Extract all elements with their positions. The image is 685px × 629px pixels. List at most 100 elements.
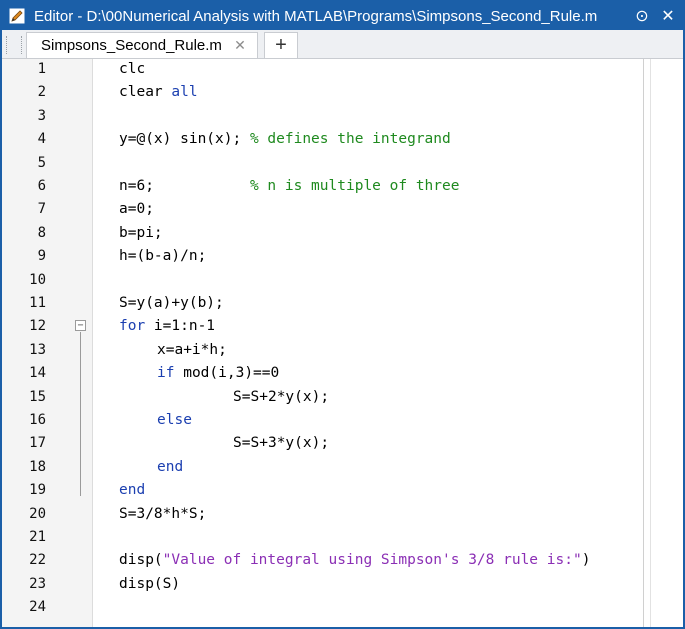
line-number: 10 (29, 271, 46, 288)
code-text: y=@(x) sin(x); % defines the integrand (119, 128, 451, 151)
code-line[interactable]: 17 S=S+3*y(x); (2, 432, 683, 455)
code-line[interactable]: 4 y=@(x) sin(x); % defines the integrand (2, 128, 683, 151)
keyword-token: for (119, 318, 146, 335)
code-text: S=3/8*h*S; (119, 503, 206, 526)
code-line[interactable]: 18 end (2, 456, 683, 479)
code-text: clear all (119, 81, 198, 104)
code-token: S=3/8*h*S; (119, 505, 207, 522)
code-text: disp("Value of integral using Simpson's … (119, 549, 590, 572)
code-line[interactable]: 23 disp(S) (2, 573, 683, 596)
code-line[interactable]: 5 (2, 152, 683, 175)
window-title: Editor - D:\00Numerical Analysis with MA… (34, 7, 598, 25)
line-number: 4 (37, 131, 46, 148)
code-line[interactable]: 14 if mod(i,3)==0 (2, 362, 683, 385)
code-text: x=a+i*h; (157, 339, 227, 362)
code-text: a=0; (119, 198, 154, 221)
code-editor[interactable]: 1 clc 2 clear all 3 4 y=@(x) sin(x); % defines… (2, 59, 683, 627)
line-number: 2 (37, 84, 46, 101)
line-number: 12 (29, 318, 46, 335)
code-token: mod(i,3)==0 (174, 365, 280, 382)
code-line[interactable]: 16 else (2, 409, 683, 432)
code-line[interactable]: 21 (2, 526, 683, 549)
code-token: y=@(x) sin(x); (119, 131, 250, 148)
keyword-token: end (157, 458, 184, 475)
code-text: b=pi; (119, 222, 163, 245)
line-number: 9 (37, 248, 46, 265)
code-text: if mod(i,3)==0 (157, 362, 279, 385)
code-text: S=S+3*y(x); (233, 432, 329, 455)
code-text: disp(S) (119, 573, 180, 596)
code-line[interactable]: 13 x=a+i*h; (2, 339, 683, 362)
editor-window: Editor - D:\00Numerical Analysis with MA… (0, 0, 685, 629)
line-number: 16 (29, 412, 46, 428)
line-number: 20 (29, 505, 46, 522)
code-text: clc (119, 58, 145, 81)
edit-pencil-icon (8, 7, 26, 25)
line-number: 24 (29, 599, 46, 616)
code-text: else (157, 409, 192, 432)
tab-grip-handle[interactable] (6, 36, 22, 54)
code-line[interactable]: 22 disp("Value of integral using Simpson'… (2, 549, 683, 572)
code-token: clc (119, 61, 146, 77)
line-number: 8 (37, 224, 46, 241)
window-menu-button[interactable]: ⊙ (631, 5, 653, 27)
string-token: "Value of integral using Simpson's 3/8 r… (162, 552, 582, 569)
code-line[interactable]: 1 clc (2, 58, 683, 81)
code-token: disp(S) (119, 575, 181, 592)
fold-range-line (80, 332, 81, 497)
line-number: 7 (37, 201, 46, 218)
code-token: ) (581, 552, 591, 569)
code-text: h=(b-a)/n; (119, 245, 206, 268)
code-token: S=y(a)+y(b); (119, 295, 224, 311)
code-line[interactable]: 12 − for i=1:n-1 (2, 315, 683, 338)
code-line[interactable]: 24 (2, 596, 683, 619)
code-token: disp( (119, 552, 163, 569)
comment-token: % defines the integrand (249, 131, 451, 148)
keyword-token: all (171, 84, 198, 101)
code-token: S=S+3*y(x); (233, 435, 330, 452)
line-number: 14 (29, 365, 46, 382)
code-line[interactable]: 11 S=y(a)+y(b); (2, 292, 683, 315)
code-line[interactable]: 19 end (2, 479, 683, 502)
close-icon: ✕ (661, 8, 675, 25)
keyword-token: if (157, 365, 175, 382)
line-number: 13 (29, 341, 46, 358)
code-token: S=S+2*y(x); (233, 388, 330, 405)
line-number: 21 (29, 529, 46, 545)
tab-simpsons-second-rule[interactable]: Simpsons_Second_Rule.m ✕ (26, 32, 258, 58)
line-number: 23 (29, 575, 46, 592)
code-text: S=S+2*y(x); (233, 386, 329, 409)
line-number: 18 (29, 458, 46, 475)
fold-toggle-icon[interactable]: − (75, 320, 86, 332)
code-line[interactable]: 7 a=0; (2, 198, 683, 221)
code-line[interactable]: 3 (2, 105, 683, 128)
code-token: a=0; (119, 201, 154, 218)
code-line[interactable]: 10 (2, 269, 683, 292)
code-line[interactable]: 9 h=(b-a)/n; (2, 245, 683, 268)
code-text: for i=1:n-1 (119, 315, 215, 338)
code-token: x=a+i*h; (157, 341, 227, 358)
code-line[interactable]: 2 clear all (2, 81, 683, 104)
code-line[interactable]: 20 S=3/8*h*S; (2, 503, 683, 526)
code-text: n=6; % n is multiple of three (119, 175, 459, 198)
keyword-token: else (157, 412, 192, 428)
code-token: i=1:n-1 (145, 318, 216, 335)
window-menu-icon: ⊙ (635, 8, 649, 25)
line-number: 6 (37, 178, 46, 194)
tab-strip: Simpsons_Second_Rule.m ✕ + (2, 30, 683, 59)
code-token: b=pi; (119, 224, 163, 241)
tab-close-icon[interactable]: ✕ (231, 37, 249, 54)
code-text: end (119, 479, 145, 502)
code-token: clear (119, 84, 172, 101)
code-token: h=(b-a)/n; (119, 248, 207, 265)
window-close-button[interactable]: ✕ (657, 5, 679, 27)
line-number: 3 (37, 107, 46, 124)
code-line[interactable]: 6 n=6; % n is multiple of three (2, 175, 683, 198)
code-line[interactable]: 8 b=pi; (2, 222, 683, 245)
code-line[interactable]: 15 S=S+2*y(x); (2, 386, 683, 409)
plus-icon: + (275, 34, 287, 56)
line-number: 1 (37, 61, 46, 77)
line-number: 19 (29, 482, 46, 499)
new-tab-button[interactable]: + (264, 32, 298, 58)
title-bar[interactable]: Editor - D:\00Numerical Analysis with MA… (2, 2, 683, 30)
